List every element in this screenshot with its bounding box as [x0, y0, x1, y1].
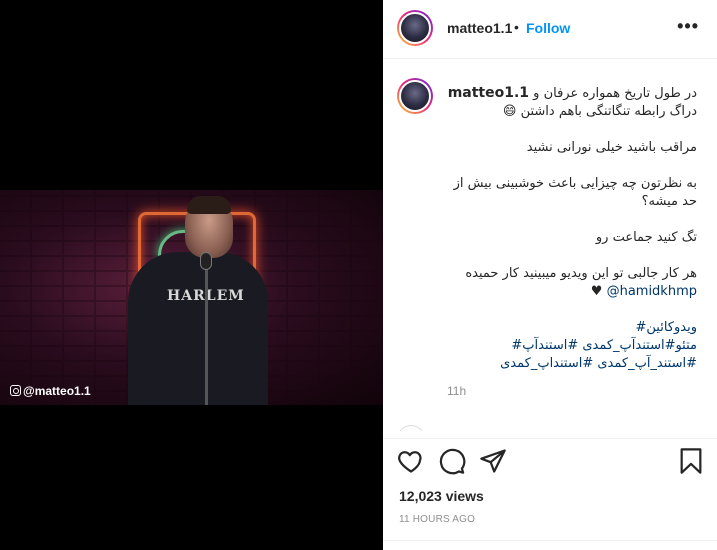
caption-paragraph: تگ کنید جماعت رو	[595, 230, 697, 245]
avatar-image	[399, 12, 431, 44]
caption-paragraph: به نظرتون چه چیزایی باعث خوشبینی بیش از …	[453, 176, 697, 209]
caption-paragraph: مراقب باشید خیلی نورانی نشید	[526, 140, 697, 155]
bookmark-icon[interactable]	[677, 447, 705, 475]
performer-hair	[187, 196, 231, 214]
instagram-icon	[10, 385, 21, 396]
hashtag-line[interactable]: #استند_آپ_کمدی #استنداپ_کمدی	[447, 355, 697, 373]
divider	[383, 540, 717, 541]
microphone	[200, 252, 212, 270]
video-watermark: @matteo1.1	[10, 384, 91, 398]
caption-timestamp[interactable]: 11h	[447, 384, 466, 398]
avatar-image	[399, 80, 431, 112]
heart-icon[interactable]	[397, 447, 425, 475]
action-bar	[383, 438, 717, 482]
caption-section: در طول تاریخ همواره عرفان و matteo1.1 در…	[383, 60, 717, 420]
caption-paragraph: هر کار جالبی تو این ویدیو میبینید کار حم…	[465, 266, 697, 281]
caption-username[interactable]: matteo1.1	[448, 85, 529, 101]
posted-time[interactable]: 11 HOURS AGO	[399, 514, 475, 525]
heart-emoji-icon: ♥	[590, 284, 603, 299]
avatar[interactable]	[397, 10, 433, 46]
header-username[interactable]: matteo1.1	[447, 20, 512, 36]
share-icon[interactable]	[479, 447, 507, 475]
caption-line-2: دراگ رابطه تنگاتنگی باهم داشتن 😄	[502, 104, 697, 119]
microphone-stand	[205, 260, 208, 405]
follow-button[interactable]: Follow	[526, 20, 570, 36]
hashtag-line[interactable]: ویدوکائین#	[447, 319, 697, 337]
hashtags: ویدوکائین# متئو#استندآپ_کمدی #استندآپ# #…	[447, 319, 697, 373]
comment-avatar	[397, 425, 425, 431]
next-comment-peek	[397, 425, 697, 431]
performer-body	[128, 252, 268, 405]
post-header: matteo1.1 • Follow •••	[383, 0, 717, 59]
caption-avatar[interactable]	[397, 78, 433, 114]
views-count[interactable]: 12,023 views	[399, 488, 484, 504]
hashtag-line[interactable]: متئو#استندآپ_کمدی #استندآپ#	[447, 337, 697, 355]
comment-icon[interactable]	[438, 447, 466, 475]
watermark-text: @matteo1.1	[23, 384, 91, 398]
caption-mention-line: @hamidkhmp ♥	[447, 283, 697, 301]
mention-link[interactable]: @hamidkhmp	[607, 284, 697, 299]
video-player[interactable]: HARLEM @matteo1.1	[0, 190, 383, 405]
caption-line-1: در طول تاریخ همواره عرفان و	[533, 86, 697, 101]
caption-body: در طول تاریخ همواره عرفان و matteo1.1 در…	[447, 84, 697, 373]
separator-dot: •	[514, 19, 519, 35]
post-side-panel: matteo1.1 • Follow ••• در طول تاریخ هموا…	[383, 0, 717, 550]
more-options-icon[interactable]: •••	[677, 16, 699, 37]
media-pane: HARLEM @matteo1.1	[0, 0, 383, 550]
